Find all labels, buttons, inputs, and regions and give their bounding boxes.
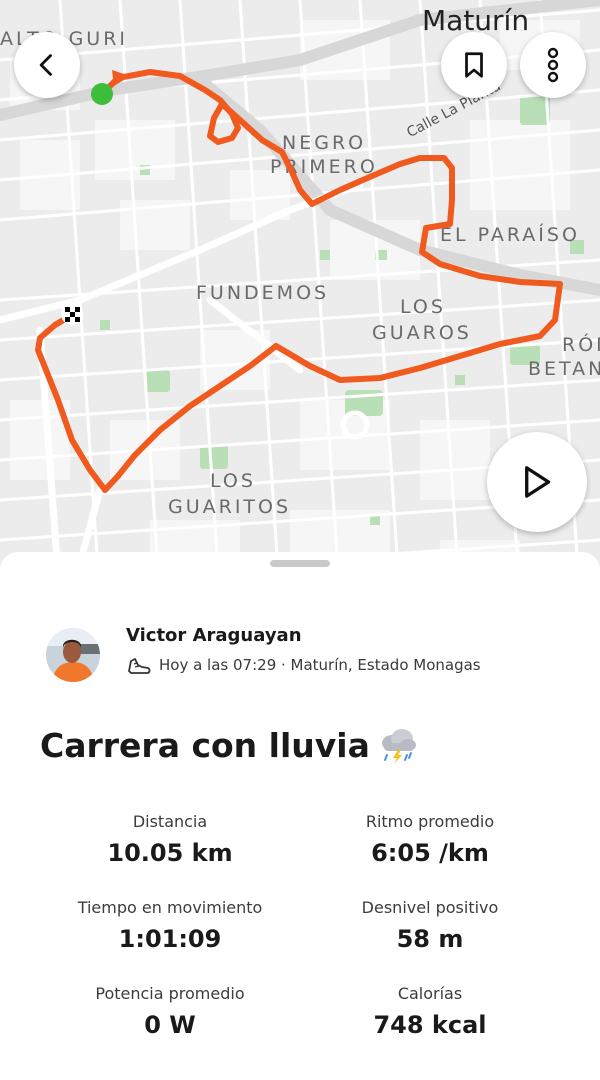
stat-avg-pace: Ritmo promedio 6:05 /km [300, 812, 560, 867]
stat-value: 1:01:09 [118, 925, 222, 953]
start-marker [91, 83, 113, 105]
stat-avg-power: Potencia promedio 0 W [40, 984, 300, 1039]
stat-value: 58 m [396, 925, 464, 953]
back-button[interactable] [14, 32, 80, 98]
stat-elevation-gain: Desnivel positivo 58 m [300, 898, 560, 953]
vertical-dots-icon [547, 47, 559, 83]
stat-moving-time: Tiempo en movimiento 1:01:09 [40, 898, 300, 953]
chevron-left-icon [39, 54, 52, 76]
bookmark-button[interactable] [441, 32, 507, 98]
route-map[interactable]: ALTO GURI NEGRO PRIMERO EL PARAÍSO FUNDE… [0, 0, 600, 600]
play-flyover-button[interactable] [487, 432, 587, 532]
avatar[interactable] [46, 628, 100, 682]
stat-calories: Calorías 748 kcal [300, 984, 560, 1039]
sheet-drag-handle[interactable] [270, 560, 330, 567]
stat-value: 6:05 /km [371, 839, 489, 867]
more-options-button[interactable] [520, 32, 586, 98]
stat-label: Distancia [132, 812, 208, 831]
finish-flag-marker [61, 303, 83, 325]
play-icon [525, 466, 551, 498]
thunderstorm-cloud-icon [381, 728, 416, 764]
stat-label: Desnivel positivo [361, 898, 499, 917]
stat-distance: Distancia 10.05 km [40, 812, 300, 867]
activity-meta: Hoy a las 07:29 · Maturín, Estado Monaga… [159, 656, 481, 674]
stat-label: Potencia promedio [95, 984, 245, 1003]
stat-value: 748 kcal [373, 1011, 487, 1039]
activity-title: Carrera con lluvia [40, 726, 370, 765]
athlete-name[interactable]: Victor Araguayan [126, 625, 302, 646]
stat-value: 0 W [144, 1011, 196, 1039]
stat-value: 10.05 km [107, 839, 233, 867]
activity-title-row: Carrera con lluvia [40, 726, 418, 765]
running-shoe-icon [128, 658, 151, 674]
route-path [35, 69, 563, 493]
bookmark-icon [465, 52, 483, 78]
stat-label: Tiempo en movimiento [77, 898, 263, 917]
stat-label: Ritmo promedio [365, 812, 495, 831]
stat-label: Calorías [397, 984, 463, 1003]
athlete-avatar-image [46, 628, 100, 682]
